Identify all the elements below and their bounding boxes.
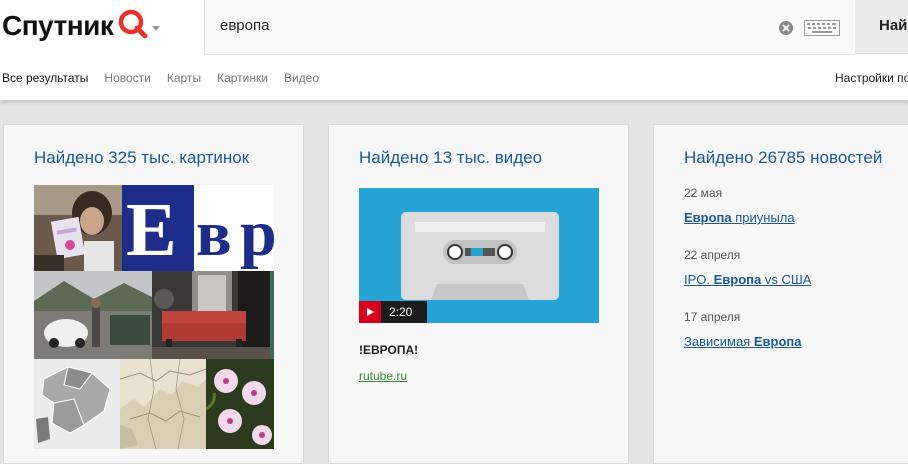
video-card-title[interactable]: Найдено 13 тыс. видео <box>359 148 542 168</box>
news-date: 22 мая <box>684 186 723 200</box>
images-card-title[interactable]: Найдено 325 тыс. картинок <box>34 148 249 168</box>
news-link-prefix: IPO. <box>684 272 714 287</box>
video-duration: 2:20 <box>389 305 413 319</box>
image-thumbnail[interactable] <box>120 359 206 449</box>
clear-icon[interactable] <box>778 20 794 41</box>
search-settings-link[interactable]: Настройки поиска <box>835 71 908 85</box>
news-link-keyword: Европа <box>753 334 802 349</box>
tab-all-results[interactable]: Все результаты <box>2 71 88 85</box>
news-link-suffix: приуныла <box>731 210 795 225</box>
image-thumbnail[interactable] <box>270 271 274 359</box>
search-input-container[interactable]: европа <box>204 0 855 55</box>
search-button[interactable]: Найти <box>855 0 908 54</box>
tab-news[interactable]: Новости <box>104 71 150 85</box>
images-card: Найдено 325 тыс. картинок E в р <box>3 124 304 464</box>
news-link[interactable]: IPO. Европа vs США <box>684 272 811 287</box>
image-thumbnail[interactable] <box>34 271 152 359</box>
image-thumbnail[interactable] <box>34 185 122 271</box>
logo[interactable]: Спутник <box>2 6 161 46</box>
search-tabs: Все результаты Новости Карты Картинки Ви… <box>2 71 335 85</box>
video-duration-badge: 2:20 <box>359 301 427 323</box>
news-card: Найдено 26785 новостей 22 мая Европа при… <box>653 124 908 464</box>
video-thumbnail[interactable]: 2:20 <box>359 188 599 323</box>
image-thumbnail[interactable] <box>34 359 120 449</box>
logo-text: Спутник <box>2 10 114 41</box>
logo-q-icon <box>118 9 148 44</box>
news-link-keyword: Европа <box>713 272 762 287</box>
news-date: 17 апреля <box>684 310 741 324</box>
news-link-prefix: Зависимая <box>684 334 754 349</box>
tab-maps[interactable]: Карты <box>167 71 201 85</box>
svg-text:E: E <box>126 188 177 271</box>
search-input[interactable]: европа <box>220 17 269 34</box>
svg-text:р: р <box>240 197 274 270</box>
news-link[interactable]: Зависимая Европа <box>684 334 801 349</box>
svg-text:в: в <box>196 197 232 270</box>
chevron-down-icon[interactable] <box>152 18 161 36</box>
search-header: Спутник европа Най Все результаты Новост… <box>0 0 908 100</box>
video-source-link[interactable]: rutube.ru <box>359 369 407 383</box>
tab-images[interactable]: Картинки <box>217 71 268 85</box>
image-thumbnail[interactable] <box>152 271 270 359</box>
news-link-keyword: Европа <box>684 210 732 225</box>
image-thumbnail[interactable] <box>206 359 274 449</box>
news-card-title[interactable]: Найдено 26785 новостей <box>684 148 882 168</box>
tab-video[interactable]: Видео <box>284 71 319 85</box>
video-card: Найдено 13 тыс. видео 2:20 !ЕВРОПА! rutu… <box>328 124 629 464</box>
news-link[interactable]: Европа приуныла <box>684 210 795 225</box>
image-thumbnail[interactable]: E в р <box>122 185 274 271</box>
news-date: 22 апреля <box>684 248 741 262</box>
play-icon[interactable] <box>359 301 381 323</box>
keyboard-icon[interactable] <box>804 20 840 41</box>
news-link-suffix: vs США <box>761 272 812 287</box>
video-title[interactable]: !ЕВРОПА! <box>359 343 418 357</box>
